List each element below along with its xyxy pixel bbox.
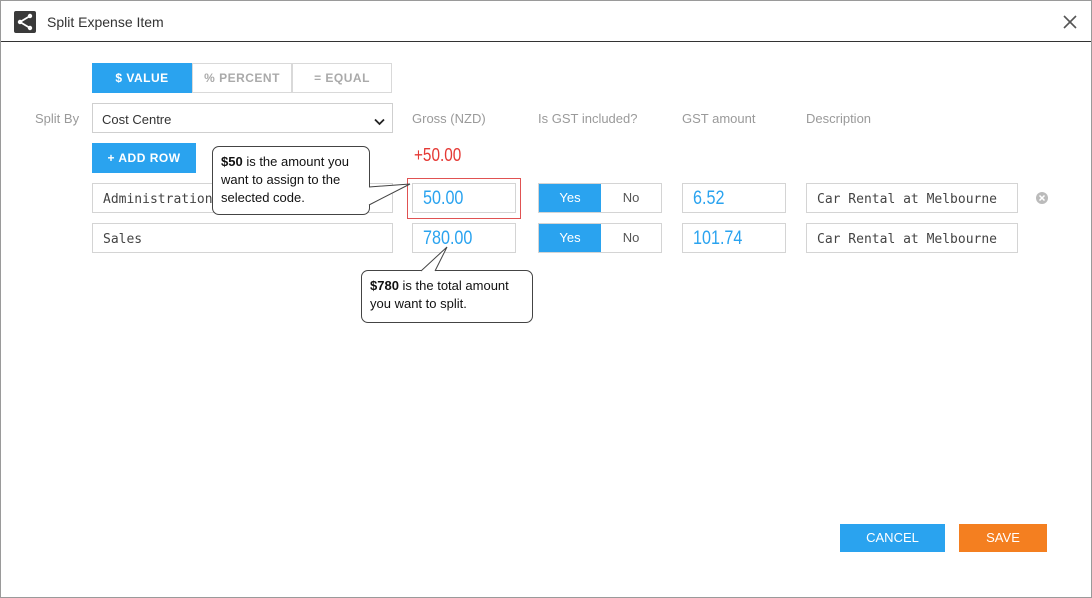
tab-value[interactable]: $ VALUE	[92, 63, 192, 93]
row-1-gst-amount-input[interactable]: 6.52	[682, 183, 786, 213]
remove-row-icon[interactable]	[1035, 191, 1049, 205]
split-icon	[14, 11, 36, 33]
row-1-gst-yes-button[interactable]: Yes	[539, 184, 601, 212]
row-1-gst-no-button[interactable]: No	[601, 184, 661, 212]
row-2-code-field[interactable]: Sales	[92, 223, 393, 253]
row-1-gross-input[interactable]: 50.00	[412, 183, 516, 213]
add-row-button[interactable]: + ADD ROW	[92, 143, 196, 173]
callout-assigned-amount: $50 is the amount you want to assign to …	[212, 146, 370, 215]
row-2-gst-toggle: Yes No	[538, 223, 662, 253]
row-1-description-input[interactable]: Car Rental at Melbourne	[806, 183, 1018, 213]
cancel-button[interactable]: CANCEL	[840, 524, 945, 552]
callout-1-amount: $50	[221, 154, 243, 169]
callout-2-pointer	[420, 246, 448, 272]
split-expense-dialog: Split Expense Item $ VALUE % PERCENT = E…	[0, 0, 1092, 598]
callout-total-amount: $780 is the total amount you want to spl…	[361, 270, 533, 323]
column-gross: Gross (NZD)	[412, 111, 486, 126]
column-gst-amount: GST amount	[682, 111, 756, 126]
tab-percent[interactable]: % PERCENT	[192, 63, 292, 93]
split-by-value: Cost Centre	[102, 112, 172, 127]
column-description: Description	[806, 111, 872, 126]
callout-1-pointer	[368, 183, 411, 206]
remaining-difference: +50.00	[414, 145, 462, 165]
split-by-select[interactable]: Cost Centre	[92, 103, 393, 133]
close-icon[interactable]	[1060, 12, 1080, 32]
row-2-gst-amount-value: 101.74	[693, 228, 743, 249]
split-by-label: Split By	[35, 111, 80, 126]
row-1-gross-value: 50.00	[423, 188, 464, 209]
title-bar: Split Expense Item	[1, 1, 1091, 42]
chevron-down-icon	[374, 114, 385, 129]
save-button[interactable]: SAVE	[959, 524, 1047, 552]
column-gst-included: Is GST included?	[538, 111, 638, 126]
row-2-gst-yes-button[interactable]: Yes	[539, 224, 601, 252]
callout-2-amount: $780	[370, 278, 399, 293]
row-2-gst-no-button[interactable]: No	[601, 224, 661, 252]
row-1-gst-toggle: Yes No	[538, 183, 662, 213]
row-2-gst-amount-input[interactable]: 101.74	[682, 223, 786, 253]
dialog-title: Split Expense Item	[47, 14, 164, 30]
row-1-gst-amount-value: 6.52	[693, 188, 725, 209]
tab-equal[interactable]: = EQUAL	[292, 63, 392, 93]
row-2-description-input[interactable]: Car Rental at Melbourne	[806, 223, 1018, 253]
